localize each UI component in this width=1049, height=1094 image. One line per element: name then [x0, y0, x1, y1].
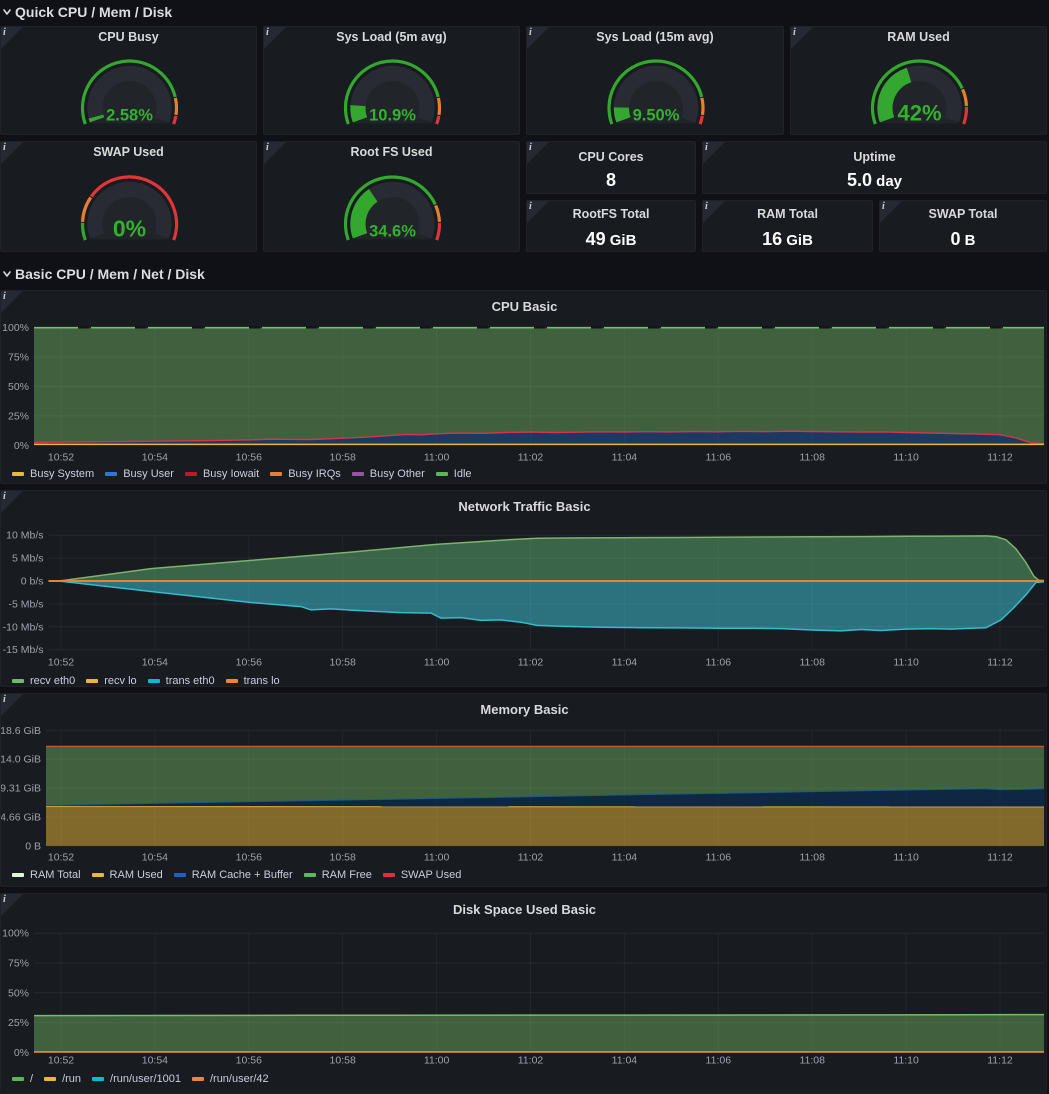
- svg-text:34.6%: 34.6%: [369, 223, 416, 241]
- svg-text:11:04: 11:04: [612, 657, 638, 669]
- svg-text:-5 Mb/s: -5 Mb/s: [8, 598, 43, 610]
- svg-text:10:58: 10:58: [330, 657, 356, 669]
- svg-text:10:52: 10:52: [48, 852, 74, 864]
- svg-text:-10 Mb/s: -10 Mb/s: [3, 621, 44, 633]
- svg-text:100%: 100%: [2, 928, 29, 940]
- svg-text:50%: 50%: [8, 381, 29, 393]
- svg-text:11:00: 11:00: [424, 452, 450, 464]
- svg-text:11:12: 11:12: [987, 657, 1013, 669]
- svg-text:0%: 0%: [14, 1047, 29, 1059]
- svg-text:11:10: 11:10: [893, 852, 919, 864]
- svg-text:11:08: 11:08: [799, 1055, 825, 1067]
- svg-text:25%: 25%: [8, 1017, 29, 1029]
- svg-text:10:54: 10:54: [142, 452, 168, 464]
- svg-text:5 Mb/s: 5 Mb/s: [12, 553, 44, 565]
- svg-text:11:08: 11:08: [799, 452, 825, 464]
- svg-text:0 b/s: 0 b/s: [21, 576, 44, 588]
- svg-text:10:56: 10:56: [236, 452, 262, 464]
- svg-text:25%: 25%: [8, 410, 29, 422]
- svg-text:10:54: 10:54: [142, 852, 168, 864]
- svg-text:10:54: 10:54: [142, 1055, 168, 1067]
- svg-text:11:02: 11:02: [518, 1055, 544, 1067]
- svg-text:0 B: 0 B: [25, 840, 41, 852]
- svg-text:11:12: 11:12: [987, 1055, 1013, 1067]
- svg-text:11:06: 11:06: [706, 657, 732, 669]
- svg-text:10:56: 10:56: [236, 1055, 262, 1067]
- svg-text:9.31 GiB: 9.31 GiB: [1, 783, 41, 795]
- svg-text:11:00: 11:00: [424, 1055, 450, 1067]
- svg-text:11:06: 11:06: [706, 1055, 732, 1067]
- svg-text:11:12: 11:12: [987, 852, 1013, 864]
- svg-text:10.9%: 10.9%: [369, 107, 416, 125]
- svg-text:2.58%: 2.58%: [106, 107, 153, 125]
- svg-text:42%: 42%: [897, 101, 941, 126]
- svg-text:18.6 GiB: 18.6 GiB: [1, 725, 41, 737]
- svg-text:50%: 50%: [8, 987, 29, 999]
- svg-text:10:58: 10:58: [330, 852, 356, 864]
- svg-text:11:10: 11:10: [893, 452, 919, 464]
- svg-text:11:08: 11:08: [799, 852, 825, 864]
- svg-text:10:52: 10:52: [48, 452, 74, 464]
- svg-text:11:00: 11:00: [424, 657, 450, 669]
- svg-text:Network Traffic Basic: Network Traffic Basic: [458, 499, 590, 514]
- svg-text:11:06: 11:06: [706, 852, 732, 864]
- svg-text:Disk Space Used Basic: Disk Space Used Basic: [453, 902, 596, 917]
- svg-text:10:56: 10:56: [236, 852, 262, 864]
- svg-text:10:52: 10:52: [48, 1055, 74, 1067]
- svg-text:0%: 0%: [14, 440, 29, 452]
- svg-text:10 Mb/s: 10 Mb/s: [6, 530, 43, 542]
- svg-text:75%: 75%: [8, 352, 29, 364]
- svg-text:100%: 100%: [2, 322, 29, 334]
- svg-text:-15 Mb/s: -15 Mb/s: [3, 644, 44, 656]
- svg-text:CPU Basic: CPU Basic: [492, 299, 558, 314]
- svg-text:11:06: 11:06: [706, 452, 732, 464]
- svg-text:11:10: 11:10: [893, 657, 919, 669]
- svg-text:10:54: 10:54: [142, 657, 168, 669]
- svg-text:11:08: 11:08: [799, 657, 825, 669]
- svg-text:4.66 GiB: 4.66 GiB: [1, 812, 41, 824]
- svg-text:9.50%: 9.50%: [633, 107, 680, 125]
- svg-text:10:58: 10:58: [330, 452, 356, 464]
- svg-text:11:00: 11:00: [424, 852, 450, 864]
- svg-text:10:56: 10:56: [236, 657, 262, 669]
- svg-text:11:10: 11:10: [893, 1055, 919, 1067]
- svg-text:11:04: 11:04: [612, 1055, 638, 1067]
- svg-text:14.0 GiB: 14.0 GiB: [1, 754, 41, 766]
- svg-text:11:02: 11:02: [518, 452, 544, 464]
- svg-text:75%: 75%: [8, 958, 29, 970]
- svg-text:Memory Basic: Memory Basic: [480, 702, 568, 717]
- svg-text:10:52: 10:52: [48, 657, 74, 669]
- svg-text:11:02: 11:02: [518, 657, 544, 669]
- svg-text:11:02: 11:02: [518, 852, 544, 864]
- svg-text:11:04: 11:04: [612, 452, 638, 464]
- svg-text:11:12: 11:12: [987, 452, 1013, 464]
- svg-text:11:04: 11:04: [612, 852, 638, 864]
- svg-text:10:58: 10:58: [330, 1055, 356, 1067]
- svg-text:0%: 0%: [113, 216, 146, 242]
